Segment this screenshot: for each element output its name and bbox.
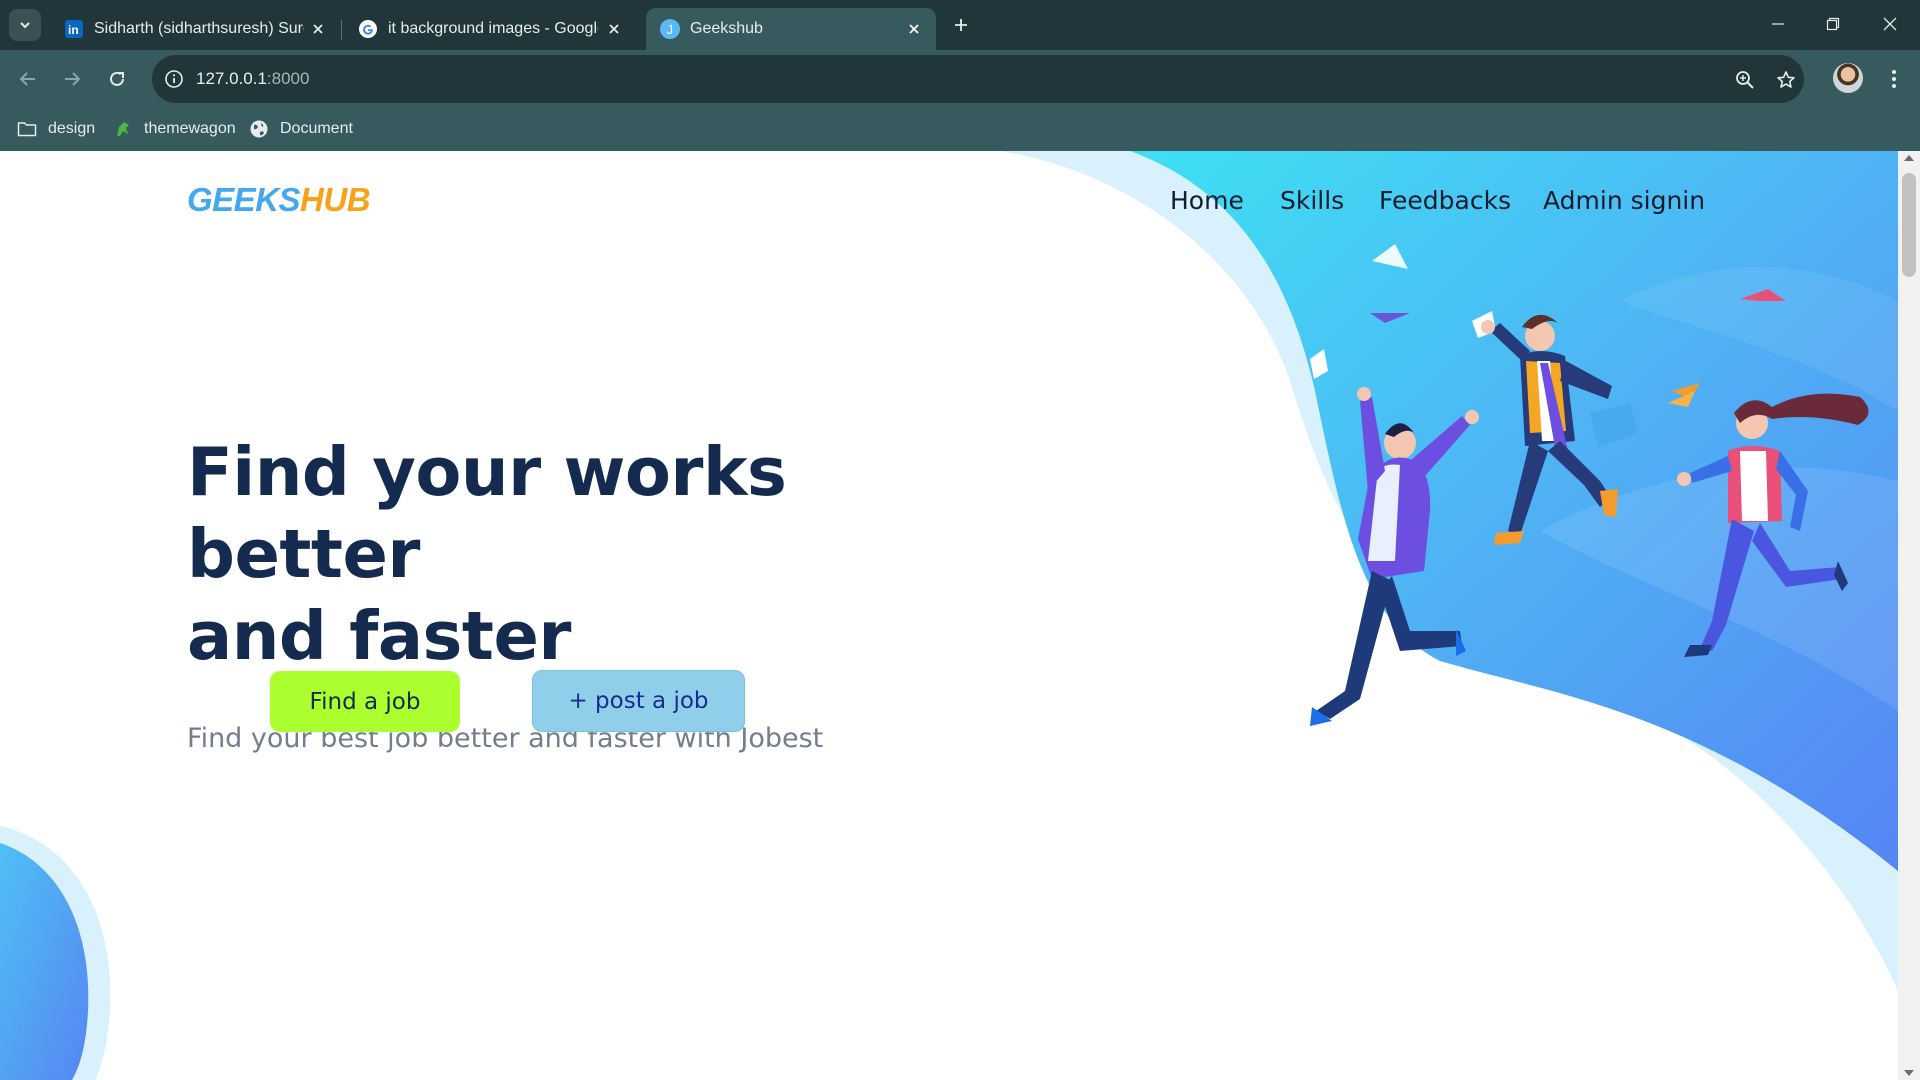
- google-icon: [358, 19, 378, 39]
- bookmark-label: Document: [280, 120, 353, 137]
- tab-search-button[interactable]: [9, 9, 41, 41]
- headline-line: and faster: [187, 597, 571, 675]
- tab-title: Geekshub: [690, 20, 763, 37]
- minimize-icon: [1772, 23, 1784, 25]
- bookmarks-bar: design themewagon Document: [0, 108, 1920, 151]
- chevron-down-icon: [20, 22, 30, 29]
- logo-part-hub: HUB: [300, 181, 371, 218]
- address-bar[interactable]: 127.0.0.1:8000: [152, 55, 1804, 103]
- close-tab-icon[interactable]: [904, 19, 924, 39]
- page-scrollbar[interactable]: [1898, 151, 1920, 1080]
- bookmark-design[interactable]: design: [16, 116, 95, 142]
- headline-line: Find your works: [187, 433, 787, 511]
- forward-button[interactable]: [56, 63, 88, 95]
- browser-toolbar: 127.0.0.1:8000: [0, 50, 1920, 108]
- hero-headline: Find your works better and faster: [187, 431, 887, 677]
- profile-avatar[interactable]: [1833, 63, 1863, 93]
- site-logo[interactable]: GEEKSHUB: [187, 181, 371, 219]
- close-tab-icon[interactable]: [308, 19, 328, 39]
- linkedin-icon: in: [64, 19, 84, 39]
- tab-strip: in Sidharth (sidharthsuresh) Suresh it b…: [0, 0, 1920, 50]
- more-vertical-icon: [1892, 70, 1896, 88]
- site-info-icon[interactable]: [162, 67, 186, 91]
- svg-text:in: in: [68, 23, 79, 37]
- tab-linkedin[interactable]: in Sidharth (sidharthsuresh) Suresh: [50, 8, 340, 50]
- nav-home[interactable]: Home: [1170, 186, 1244, 215]
- bookmark-document[interactable]: Document: [248, 116, 353, 142]
- scroll-down-arrow-icon[interactable]: [1904, 1070, 1914, 1076]
- tab-separator: [341, 20, 342, 40]
- nav-admin-signin[interactable]: Admin signin: [1543, 186, 1705, 215]
- scrollbar-thumb[interactable]: [1902, 173, 1916, 277]
- new-tab-button[interactable]: [948, 12, 974, 38]
- globe-icon: [248, 118, 270, 140]
- url-host: 127.0.0.1: [196, 69, 267, 88]
- bookmark-label: design: [48, 120, 96, 137]
- nav-skills[interactable]: Skills: [1280, 186, 1344, 215]
- nav-feedbacks[interactable]: Feedbacks: [1379, 186, 1511, 215]
- tab-title: Sidharth (sidharthsuresh) Suresh: [94, 20, 304, 37]
- bookmark-label: themewagon: [144, 120, 236, 137]
- close-tab-icon[interactable]: [604, 19, 624, 39]
- close-icon: [1883, 17, 1897, 31]
- themewagon-icon: [112, 118, 134, 140]
- reload-icon: [110, 71, 124, 86]
- headline-line: better: [187, 515, 420, 593]
- favicon-letter: J: [667, 22, 674, 37]
- arrow-right-icon: [65, 72, 81, 86]
- arrow-left-icon: [19, 72, 35, 86]
- bookmark-star-icon[interactable]: [1773, 67, 1799, 93]
- plus-icon: [955, 19, 967, 31]
- reload-button[interactable]: [101, 63, 133, 95]
- tab-google[interactable]: it background images - Google: [344, 8, 636, 50]
- folder-icon: [16, 118, 38, 140]
- url-port: :8000: [266, 69, 310, 88]
- tab-geekshub[interactable]: J Geekshub: [646, 8, 936, 50]
- logo-part-geeks: GEEKS: [187, 181, 301, 218]
- close-window-button[interactable]: [1872, 10, 1908, 38]
- restore-button[interactable]: [1815, 10, 1851, 38]
- j-badge-icon: J: [660, 19, 680, 39]
- page-viewport: GEEKSHUB Home Skills Feedbacks Admin sig…: [0, 151, 1898, 1080]
- post-job-button[interactable]: + post a job: [532, 670, 745, 732]
- minimize-button[interactable]: [1760, 10, 1796, 38]
- zoom-icon[interactable]: [1732, 67, 1758, 93]
- tab-title: it background images - Google: [388, 20, 598, 37]
- bookmark-themewagon[interactable]: themewagon: [112, 116, 236, 142]
- browser-menu-button[interactable]: [1880, 63, 1908, 95]
- restore-icon: [1826, 17, 1840, 31]
- scroll-up-arrow-icon[interactable]: [1904, 155, 1914, 161]
- url-text[interactable]: 127.0.0.1:8000: [196, 69, 309, 89]
- back-button[interactable]: [12, 63, 44, 95]
- find-job-button[interactable]: Find a job: [270, 671, 460, 732]
